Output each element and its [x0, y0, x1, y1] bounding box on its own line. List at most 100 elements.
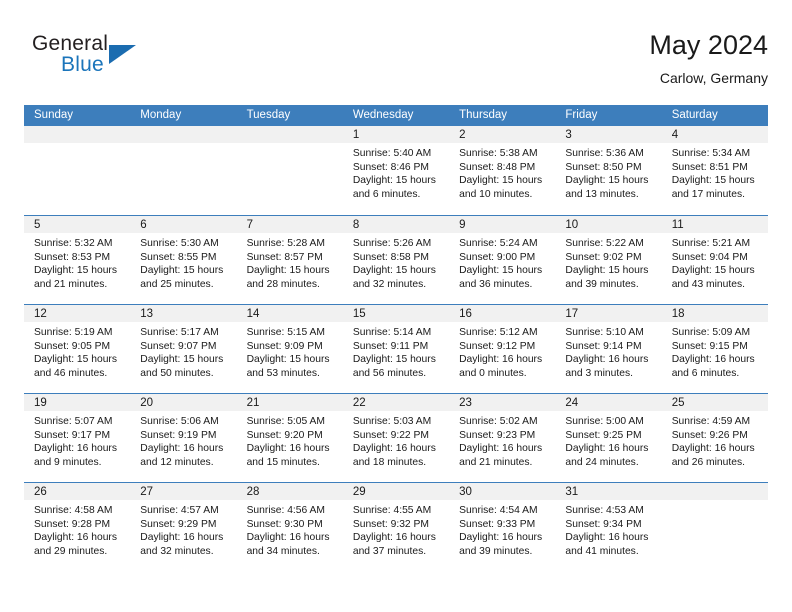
- sunset-text: Sunset: 9:25 PM: [565, 429, 642, 441]
- day-number: 23: [449, 394, 556, 411]
- daylight-text: Daylight: 16 hours and 12 minutes.: [140, 443, 224, 469]
- day-number: 30: [449, 483, 556, 500]
- day-cell[interactable]: 28 Sunrise: 4:56 AM Sunset: 9:30 PM Dayligh…: [236, 483, 343, 571]
- sunset-text: Sunset: 8:48 PM: [459, 161, 536, 173]
- day-details: Sunrise: 5:24 AM Sunset: 9:00 PM Daylight:…: [449, 233, 555, 292]
- day-cell[interactable]: 1 Sunrise: 5:40 AM Sunset: 8:46 PM Daylight…: [342, 126, 450, 215]
- day-number: 21: [236, 394, 343, 411]
- day-details: Sunrise: 5:17 AM Sunset: 9:07 PM Daylight:…: [130, 322, 236, 381]
- day-number: 9: [449, 216, 556, 233]
- sunrise-text: Sunrise: 5:02 AM: [459, 416, 538, 427]
- daylight-text: Daylight: 15 hours and 56 minutes.: [352, 354, 436, 380]
- sunset-text: Sunset: 9:15 PM: [671, 340, 748, 352]
- daylight-text: Daylight: 15 hours and 10 minutes.: [459, 175, 543, 201]
- sunset-text: Sunset: 9:28 PM: [34, 518, 111, 530]
- daylight-text: Daylight: 16 hours and 3 minutes.: [565, 354, 649, 380]
- sunrise-text: Sunrise: 5:09 AM: [671, 327, 751, 338]
- sunset-text: Sunset: 9:02 PM: [565, 251, 642, 263]
- sunset-text: Sunset: 8:53 PM: [34, 251, 111, 263]
- day-number: 28: [236, 483, 343, 500]
- day-cell[interactable]: 22 Sunrise: 5:03 AM Sunset: 9:22 PM Dayligh…: [342, 394, 450, 482]
- day-cell[interactable]: 6 Sunrise: 5:30 AM Sunset: 8:55 PM Daylight…: [130, 216, 237, 304]
- day-cell[interactable]: 11 Sunrise: 5:21 AM Sunset: 9:04 PM Dayligh…: [661, 216, 768, 304]
- daylight-text: Daylight: 15 hours and 50 minutes.: [140, 354, 224, 380]
- day-cell[interactable]: 10 Sunrise: 5:22 AM Sunset: 9:02 PM Dayligh…: [555, 216, 662, 304]
- day-details: Sunrise: 4:57 AM Sunset: 9:29 PM Daylight:…: [130, 500, 236, 559]
- sunrise-text: Sunrise: 5:38 AM: [459, 148, 538, 159]
- day-number: [661, 483, 768, 500]
- daylight-text: Daylight: 16 hours and 15 minutes.: [246, 443, 330, 469]
- day-cell[interactable]: 15 Sunrise: 5:14 AM Sunset: 9:11 PM Dayligh…: [342, 305, 450, 393]
- sunset-text: Sunset: 9:09 PM: [246, 340, 323, 352]
- day-details: Sunrise: 4:59 AM Sunset: 9:26 PM Daylight:…: [662, 411, 768, 470]
- weekday-header-thursday: Thursday: [459, 109, 508, 121]
- day-cell[interactable]: 9 Sunrise: 5:24 AM Sunset: 9:00 PM Daylight…: [449, 216, 556, 304]
- day-cell[interactable]: 16 Sunrise: 5:12 AM Sunset: 9:12 PM Dayligh…: [449, 305, 556, 393]
- day-cell[interactable]: 30 Sunrise: 4:54 AM Sunset: 9:33 PM Dayligh…: [449, 483, 556, 571]
- day-number: 16: [449, 305, 556, 322]
- sunrise-text: Sunrise: 5:15 AM: [246, 327, 325, 338]
- day-cell[interactable]: 3 Sunrise: 5:36 AM Sunset: 8:50 PM Daylight…: [555, 126, 662, 215]
- day-number: 2: [449, 126, 556, 143]
- day-cell[interactable]: 21 Sunrise: 5:05 AM Sunset: 9:20 PM Dayligh…: [236, 394, 343, 482]
- day-cell[interactable]: 13 Sunrise: 5:17 AM Sunset: 9:07 PM Dayligh…: [130, 305, 237, 393]
- sunset-text: Sunset: 9:12 PM: [459, 340, 536, 352]
- day-number: [130, 126, 237, 143]
- sunrise-text: Sunrise: 5:36 AM: [565, 148, 644, 159]
- sunrise-text: Sunrise: 5:34 AM: [671, 148, 751, 159]
- daylight-text: Daylight: 15 hours and 32 minutes.: [352, 265, 436, 291]
- brand-logo[interactable]: General Blue: [32, 32, 152, 88]
- day-details: Sunrise: 5:02 AM Sunset: 9:23 PM Daylight:…: [449, 411, 555, 470]
- day-details: Sunrise: 5:36 AM Sunset: 8:50 PM Daylight:…: [555, 143, 661, 202]
- daylight-text: Daylight: 15 hours and 39 minutes.: [565, 265, 649, 291]
- daylight-text: Daylight: 16 hours and 6 minutes.: [671, 354, 755, 380]
- day-cell[interactable]: 29 Sunrise: 4:55 AM Sunset: 9:32 PM Dayligh…: [342, 483, 450, 571]
- sunrise-text: Sunrise: 4:56 AM: [246, 505, 325, 516]
- daylight-text: Daylight: 15 hours and 28 minutes.: [246, 265, 330, 291]
- day-number: 18: [661, 305, 768, 322]
- day-cell[interactable]: 31 Sunrise: 4:53 AM Sunset: 9:34 PM Dayligh…: [555, 483, 662, 571]
- sunset-text: Sunset: 9:11 PM: [352, 340, 429, 352]
- sunset-text: Sunset: 9:32 PM: [352, 518, 429, 530]
- day-details: Sunrise: 5:22 AM Sunset: 9:02 PM Daylight:…: [555, 233, 661, 292]
- day-cell[interactable]: 23 Sunrise: 5:02 AM Sunset: 9:23 PM Dayligh…: [449, 394, 556, 482]
- day-cell[interactable]: 14 Sunrise: 5:15 AM Sunset: 9:09 PM Dayligh…: [236, 305, 343, 393]
- day-cell[interactable]: 24 Sunrise: 5:00 AM Sunset: 9:25 PM Dayligh…: [555, 394, 662, 482]
- weekday-header-tuesday: Tuesday: [246, 109, 291, 121]
- day-cell[interactable]: 25 Sunrise: 4:59 AM Sunset: 9:26 PM Dayligh…: [661, 394, 768, 482]
- sunset-text: Sunset: 9:14 PM: [565, 340, 642, 352]
- sunrise-text: Sunrise: 5:40 AM: [352, 148, 432, 159]
- title-block: May 2024 Carlow, Germany: [649, 28, 768, 88]
- day-cell[interactable]: 27 Sunrise: 4:57 AM Sunset: 9:29 PM Dayligh…: [130, 483, 237, 571]
- day-details: Sunrise: 5:07 AM Sunset: 9:17 PM Daylight:…: [24, 411, 130, 470]
- day-cell[interactable]: 18 Sunrise: 5:09 AM Sunset: 9:15 PM Dayligh…: [661, 305, 768, 393]
- sunrise-text: Sunrise: 5:03 AM: [352, 416, 432, 427]
- sunset-text: Sunset: 9:00 PM: [459, 251, 536, 263]
- day-cell[interactable]: 4 Sunrise: 5:34 AM Sunset: 8:51 PM Daylight…: [661, 126, 768, 215]
- sunset-text: Sunset: 9:26 PM: [671, 429, 748, 441]
- day-cell[interactable]: 5 Sunrise: 5:32 AM Sunset: 8:53 PM Daylight…: [24, 216, 131, 304]
- day-cell[interactable]: 20 Sunrise: 5:06 AM Sunset: 9:19 PM Dayligh…: [130, 394, 237, 482]
- day-cell[interactable]: 12 Sunrise: 5:19 AM Sunset: 9:05 PM Dayligh…: [24, 305, 131, 393]
- day-details: Sunrise: 4:56 AM Sunset: 9:30 PM Daylight:…: [237, 500, 343, 559]
- day-number: 1: [342, 126, 450, 143]
- day-cell[interactable]: 19 Sunrise: 5:07 AM Sunset: 9:17 PM Dayligh…: [24, 394, 131, 482]
- day-cell[interactable]: 17 Sunrise: 5:10 AM Sunset: 9:14 PM Dayligh…: [555, 305, 662, 393]
- day-details: Sunrise: 4:54 AM Sunset: 9:33 PM Daylight:…: [449, 500, 555, 559]
- day-cell[interactable]: 2 Sunrise: 5:38 AM Sunset: 8:48 PM Daylight…: [449, 126, 556, 215]
- day-details: Sunrise: 5:28 AM Sunset: 8:57 PM Daylight:…: [237, 233, 343, 292]
- day-cell-empty: [130, 126, 237, 215]
- weekday-header-saturday: Saturday: [671, 109, 718, 121]
- day-number: 14: [236, 305, 343, 322]
- day-number: 24: [555, 394, 662, 411]
- day-cell[interactable]: 8 Sunrise: 5:26 AM Sunset: 8:58 PM Daylight…: [342, 216, 450, 304]
- day-details: Sunrise: 5:26 AM Sunset: 8:58 PM Daylight:…: [343, 233, 449, 292]
- day-details: Sunrise: 5:12 AM Sunset: 9:12 PM Daylight:…: [449, 322, 555, 381]
- brand-word-blue: Blue: [61, 53, 104, 76]
- sunrise-text: Sunrise: 5:24 AM: [459, 238, 538, 249]
- day-cell[interactable]: 7 Sunrise: 5:28 AM Sunset: 8:57 PM Daylight…: [236, 216, 343, 304]
- day-number: 19: [24, 394, 131, 411]
- day-cell[interactable]: 26 Sunrise: 4:58 AM Sunset: 9:28 PM Dayligh…: [24, 483, 131, 571]
- sunrise-text: Sunrise: 5:30 AM: [140, 238, 219, 249]
- day-details: Sunrise: 5:21 AM Sunset: 9:04 PM Daylight:…: [662, 233, 768, 292]
